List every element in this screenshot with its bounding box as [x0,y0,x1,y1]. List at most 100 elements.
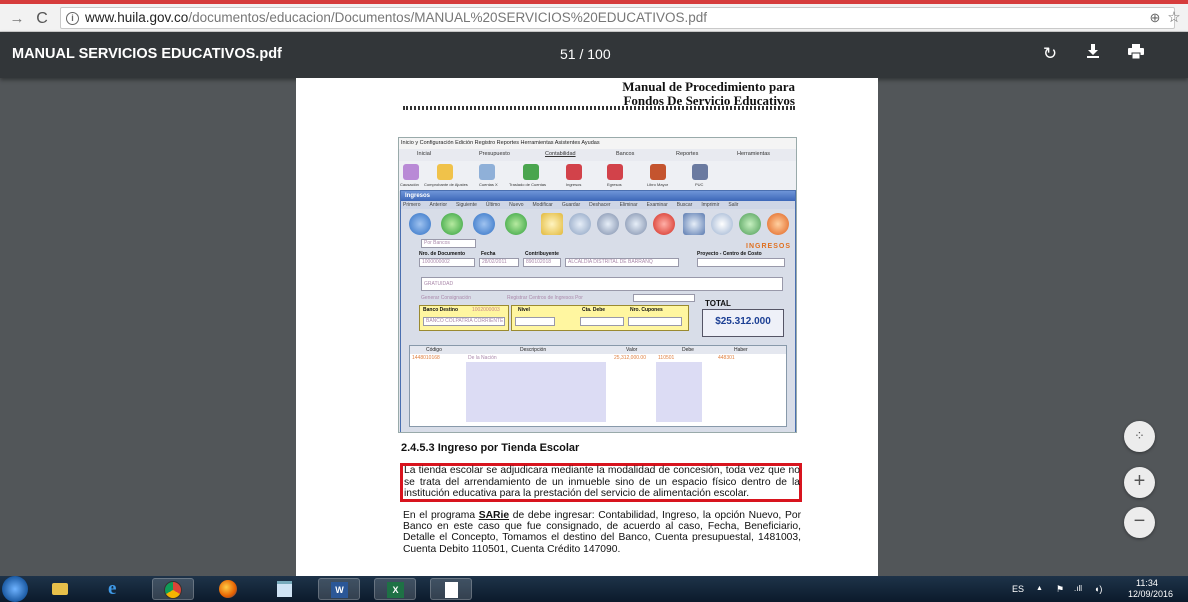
zoom-out-button[interactable]: − [1124,507,1155,538]
dialog-menu-item: Último [485,202,501,208]
grid-cell: 1448010168 [412,355,440,361]
star-icon[interactable]: ☆ [1165,9,1183,27]
chrome-icon[interactable] [152,578,194,600]
page-indicator: 51 / 100 [560,46,611,62]
current-page[interactable]: 51 [560,46,576,62]
delete-icon [653,213,675,235]
total-pages: 100 [587,46,611,62]
flag-icon[interactable]: ⚑ [1056,584,1064,595]
icon-label: Cuentas X [479,182,498,187]
app-tab: Inicial [417,151,432,157]
reload-icon[interactable]: C [33,10,51,28]
signal-icon[interactable]: .ıll [1074,584,1082,593]
back-arrow-icon[interactable]: → [8,10,26,28]
grid-cell: 448301 [718,355,735,361]
page-header: Manual de Procedimiento para Fondos De S… [622,80,795,108]
grid-cell: 110501 [658,355,675,361]
icon-label: Comprobante de Ajustes [424,182,468,187]
dialog-menu-item: Imprimir [701,202,720,208]
clock-date[interactable]: 12/09/2016 [1128,589,1173,599]
paragraph-2: En el programa SARie de debe ingresar: C… [403,510,801,555]
nivel-label: Nivel [518,307,530,313]
folder-glyph [52,583,68,595]
grid-col-codigo: Código [426,347,442,353]
url-input[interactable]: www.huila.gov.co/documentos/educacion/Do… [60,7,1175,29]
paragraph-2-prefix: En el programa [403,510,479,521]
volume-icon[interactable]: ◖) [1094,584,1102,594]
zoom-icon[interactable]: ⊕ [1146,9,1164,27]
grid-cell: De la Nación [468,355,497,361]
header-line-1: Manual de Procedimiento para [622,79,795,94]
contribuyente-field: 890102018 [523,258,561,267]
grid-col-valor: Valor [626,347,638,353]
ajustes-icon [437,164,453,180]
tray-expand-icon[interactable]: ▲ [1036,585,1043,592]
nivel-select [515,317,555,326]
ie-glyph: e [108,578,117,599]
sarie-term: SARie [478,510,510,521]
traslado-icon [523,164,539,180]
download-icon[interactable] [1081,42,1105,66]
last-icon [505,213,527,235]
total-value: $25.312.000 [715,316,771,327]
dialog-menu-item: Examinar [646,202,668,208]
firefox-icon[interactable] [208,578,250,600]
notepad-icon[interactable] [264,578,306,600]
dialog-menu-item: Primero [403,202,421,208]
icon-label: Libro Mayor [647,182,669,187]
language-indicator[interactable]: ES [1012,584,1024,594]
folder-icon[interactable] [40,578,82,600]
print-glyph [1128,44,1144,60]
grid-cell: 25,312,000.00 [614,355,646,361]
icon-label: Ingresos [566,182,582,187]
search-icon [711,213,733,235]
chrome-glyph [164,581,182,599]
clock-time[interactable]: 11:34 [1136,578,1158,588]
blank-document-icon[interactable] [430,578,472,600]
next-icon [473,213,495,235]
undo-icon [625,213,647,235]
firefox-glyph [219,580,237,598]
cta-debe-select [580,317,624,326]
document-glyph [445,582,458,598]
dialog-menu-item: Guardar [561,202,581,208]
contribuyente-nombre-field: ALCALDIA DISTRITAL DE BARRANQ [565,258,679,267]
excel-icon[interactable]: X [374,578,416,600]
word-icon[interactable]: W [318,578,360,600]
dialog-menu-item: Nuevo [509,202,524,208]
nro-documento-field: 1000000002 [419,258,475,267]
icon-label: Traslado de Cuentas [509,182,546,187]
download-glyph [1087,44,1099,58]
exit-icon [767,213,789,235]
zoom-in-button[interactable]: + [1124,467,1155,498]
url-host: www.huila.gov.co [85,10,189,25]
grid-col-haber: Haber [734,347,748,353]
url-path: /documentos/educacion/Documentos/MANUAL%… [188,10,708,25]
banco-codigo: 1002000003 [470,307,506,314]
internet-explorer-icon[interactable]: e [96,578,138,600]
notepad-glyph [277,581,292,597]
start-button[interactable] [2,576,28,602]
page-separator: / [579,46,584,62]
header-divider [403,106,795,110]
total-label: TOTAL [705,299,731,308]
nro-cupones-label: Nro. Cupones [630,307,663,313]
registrar-centros-check: Registrar Centros de Ingresos Por [507,295,583,301]
embedded-app-screenshot: Inicio y Configuración Edición Registro … [398,137,797,433]
section-heading: 2.4.5.3 Ingreso por Tienda Escolar [401,442,580,454]
egresos-icon [607,164,623,180]
banco-nombre-field: BANCO COLPATRIA CORRIENTE [423,317,505,326]
fit-to-page-icon[interactable]: ⁘ [1124,421,1155,452]
app-tab: Bancos [616,151,635,157]
info-icon[interactable]: i [66,12,79,25]
tipo-select: Por Bancos [421,239,476,248]
dialog-menu-item: Deshacer [589,202,611,208]
grid-shade-descripcion [466,362,606,422]
print-icon[interactable] [1124,42,1148,66]
rotate-icon[interactable]: ↻ [1038,42,1062,66]
pdf-title: MANUAL SERVICIOS EDUCATIVOS.pdf [12,46,282,62]
pdf-toolbar: MANUAL SERVICIOS EDUCATIVOS.pdf 51 / 100… [0,32,1188,78]
puc-icon [692,164,708,180]
nro-documento-label: Nro. de Documento [419,251,466,257]
examine-icon [683,213,705,235]
